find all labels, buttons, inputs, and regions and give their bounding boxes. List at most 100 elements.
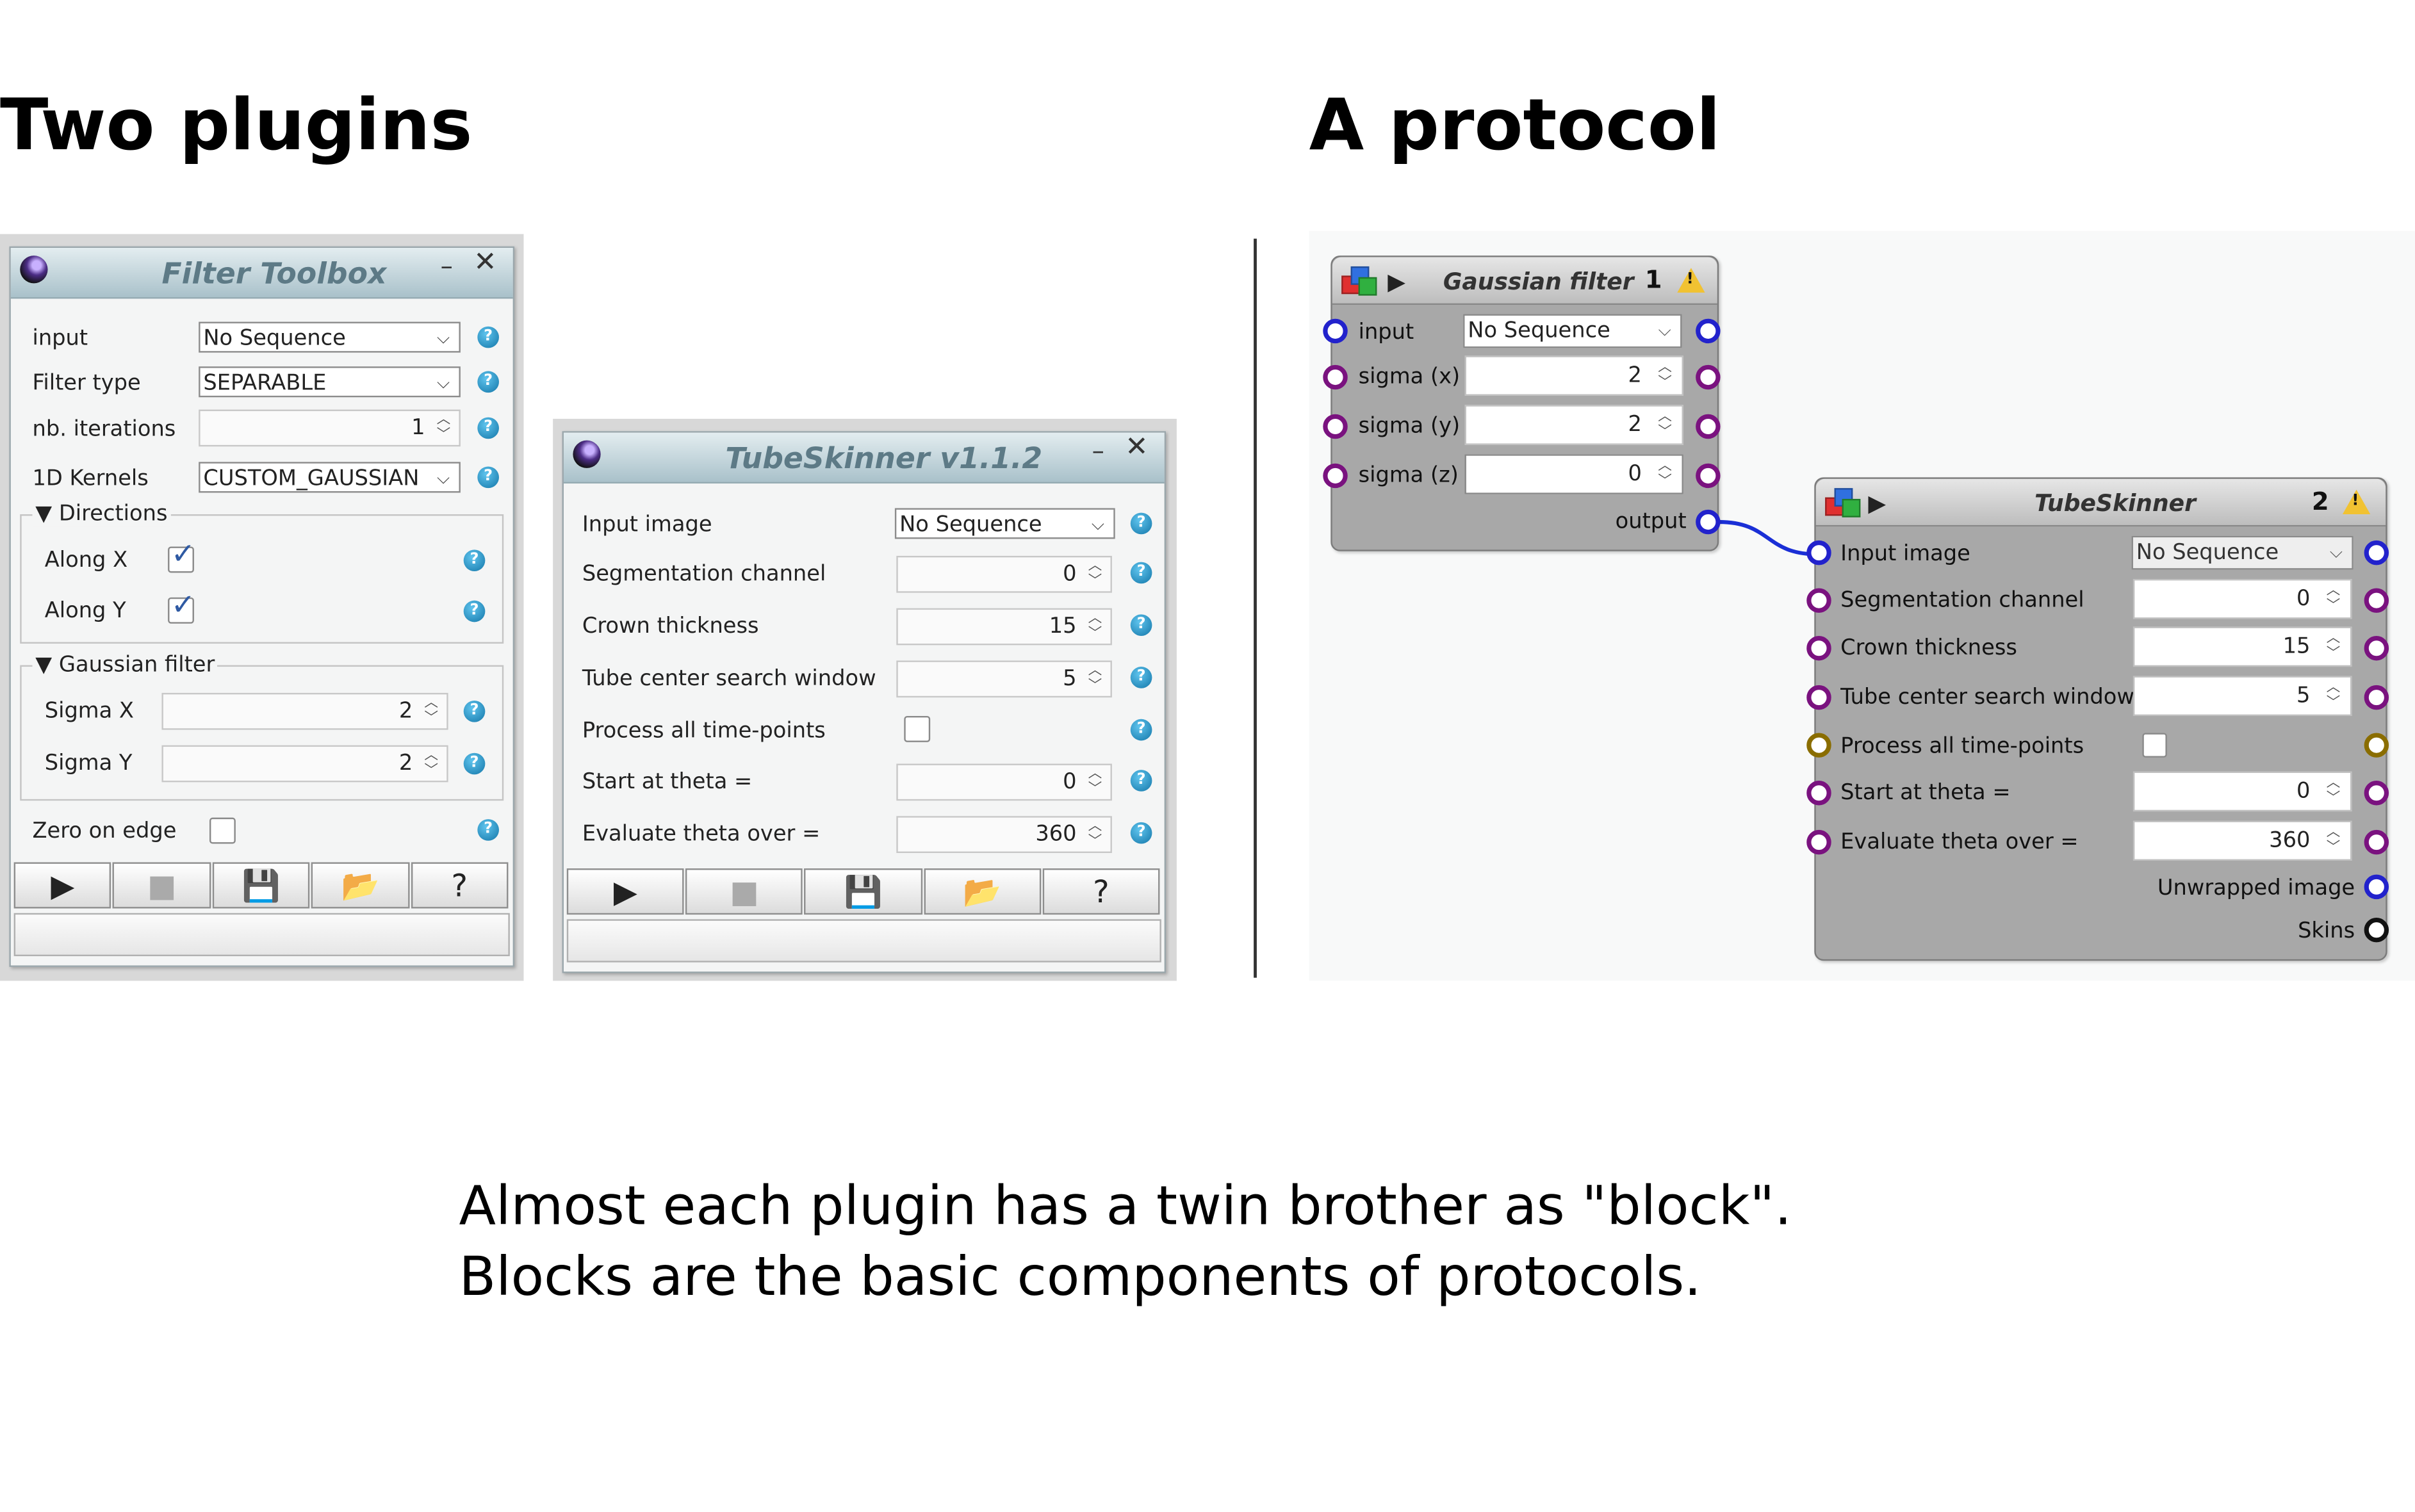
gaussian-input-select[interactable]: No Sequence ⌵ (1463, 314, 1682, 348)
open-button[interactable]: 📂 (923, 868, 1041, 915)
tubeskinner-titlebar[interactable]: TubeSkinner v1.1.2 – ✕ (563, 432, 1165, 484)
unwrapped-image-port[interactable] (2364, 874, 2389, 900)
segmentation-channel-port[interactable] (1806, 588, 1831, 613)
spinner-arrows-icon[interactable]: ︿ ﹀ (1656, 361, 1674, 391)
tubeskinner-window-stepper[interactable]: 5 ︿ ﹀ (2133, 676, 2352, 716)
spinner-arrows-icon[interactable]: ︿ ﹀ (2324, 825, 2343, 856)
search-window-out-port[interactable] (2364, 685, 2389, 710)
help-icon[interactable]: ? (463, 549, 486, 571)
save-button[interactable]: 💾 (212, 862, 310, 909)
help-icon[interactable]: ? (477, 417, 499, 439)
start-theta-out-port[interactable] (2364, 780, 2389, 806)
stop-button[interactable]: ■ (113, 862, 211, 909)
input-image-select[interactable]: No Sequence ⌵ (894, 508, 1115, 539)
sigma-y-stepper[interactable]: 2 ︿ ﹀ (161, 745, 448, 783)
stop-button[interactable]: ■ (685, 868, 803, 915)
spinner-arrows-icon[interactable]: ︿ ﹀ (422, 696, 441, 727)
sigma-y-out-port[interactable] (1696, 414, 1721, 439)
spinner-arrows-icon[interactable]: ︿ ﹀ (2324, 776, 2343, 807)
spinner-arrows-icon[interactable]: ︿ ﹀ (1086, 663, 1104, 694)
close-icon[interactable]: ✕ (1124, 434, 1149, 462)
sigma-x-port[interactable] (1323, 364, 1348, 390)
tubeskinner-eval-stepper[interactable]: 360 ︿ ﹀ (2133, 820, 2352, 861)
sigma-y-port[interactable] (1323, 414, 1348, 439)
sigma-x-out-port[interactable] (1696, 364, 1721, 390)
tubeskinner-process-checkbox[interactable] (2142, 733, 2167, 758)
tubeskinner-input-select[interactable]: No Sequence ⌵ (2131, 535, 2354, 570)
zero-on-edge-checkbox[interactable] (209, 817, 236, 844)
gaussian-sigma-x-stepper[interactable]: 2 ︿ ﹀ (1464, 355, 1683, 396)
minimize-icon[interactable]: – (436, 254, 457, 279)
tubeskinner-crown-stepper[interactable]: 15 ︿ ﹀ (2133, 626, 2352, 667)
gaussian-sigma-z-stepper[interactable]: 0 ︿ ﹀ (1464, 454, 1683, 494)
crown-thickness-out-port[interactable] (2364, 635, 2389, 661)
help-icon[interactable]: ? (1130, 512, 1152, 535)
sigma-z-port[interactable] (1323, 463, 1348, 489)
crown-thickness-port[interactable] (1806, 635, 1831, 661)
help-icon[interactable]: ? (1130, 822, 1152, 844)
gaussian-filter-block-header[interactable]: ▶ Gaussian filter 1 ! (1332, 257, 1717, 305)
input-select[interactable]: No Sequence ⌵ (199, 321, 461, 353)
output-port[interactable] (1696, 509, 1721, 535)
segmentation-channel-stepper[interactable]: 0 ︿ ﹀ (896, 555, 1112, 593)
spinner-arrows-icon[interactable]: ︿ ﹀ (2324, 681, 2343, 711)
evaluate-theta-out-port[interactable] (2364, 829, 2389, 855)
tubeskinner-theta-stepper[interactable]: 0 ︿ ﹀ (2133, 771, 2352, 812)
iterations-stepper[interactable]: 1 ︿ ﹀ (199, 409, 461, 447)
help-icon[interactable]: ? (1130, 770, 1152, 792)
process-all-port[interactable] (1806, 733, 1831, 758)
tubeskinner-seg-stepper[interactable]: 0 ︿ ﹀ (2133, 579, 2352, 619)
run-button[interactable]: ▶ (13, 862, 112, 909)
help-icon[interactable]: ? (463, 752, 486, 775)
evaluate-theta-port[interactable] (1806, 829, 1831, 855)
input-port[interactable] (1323, 318, 1348, 344)
help-icon[interactable]: ? (477, 371, 499, 393)
gaussian-sigma-y-stepper[interactable]: 2 ︿ ﹀ (1464, 405, 1683, 445)
help-icon[interactable]: ? (1130, 667, 1152, 688)
spinner-arrows-icon[interactable]: ︿ ﹀ (1656, 410, 1674, 441)
crown-thickness-stepper[interactable]: 15 ︿ ﹀ (896, 608, 1112, 646)
help-icon[interactable]: ? (1130, 614, 1152, 636)
evaluate-theta-stepper[interactable]: 360 ︿ ﹀ (896, 816, 1112, 853)
along-x-checkbox[interactable]: ✓ (168, 537, 195, 573)
start-theta-port[interactable] (1806, 780, 1831, 806)
tubeskinner-block-header[interactable]: ▶ TubeSkinner 2 ! (1815, 478, 2386, 527)
play-icon[interactable]: ▶ (1388, 268, 1405, 295)
help-button[interactable]: ? (1042, 868, 1160, 915)
process-all-out-port[interactable] (2364, 733, 2389, 758)
run-button[interactable]: ▶ (566, 868, 684, 915)
search-window-port[interactable] (1806, 685, 1831, 710)
gaussian-filter-group-title[interactable]: ▼ Gaussian filter (32, 653, 218, 678)
spinner-arrows-icon[interactable]: ︿ ﹀ (2324, 631, 2343, 662)
spinner-arrows-icon[interactable]: ︿ ﹀ (1656, 459, 1674, 489)
along-y-checkbox[interactable]: ✓ (168, 588, 195, 624)
search-window-stepper[interactable]: 5 ︿ ﹀ (896, 660, 1112, 698)
help-icon[interactable]: ? (477, 819, 499, 841)
save-button[interactable]: 💾 (805, 868, 922, 915)
directions-group-title[interactable]: ▼ Directions (32, 501, 171, 527)
sigma-z-out-port[interactable] (1696, 463, 1721, 489)
spinner-arrows-icon[interactable]: ︿ ﹀ (2324, 583, 2343, 614)
spinner-arrows-icon[interactable]: ︿ ﹀ (1086, 612, 1104, 642)
play-icon[interactable]: ▶ (1868, 490, 1886, 517)
sigma-x-stepper[interactable]: 2 ︿ ﹀ (161, 692, 448, 730)
start-theta-stepper[interactable]: 0 ︿ ﹀ (896, 763, 1112, 801)
spinner-arrows-icon[interactable]: ︿ ﹀ (422, 748, 441, 779)
minimize-icon[interactable]: – (1087, 438, 1109, 463)
kernels-select[interactable]: CUSTOM_GAUSSIAN ⌵ (199, 462, 461, 493)
input-image-port[interactable] (1806, 540, 1831, 565)
link-curve[interactable] (1719, 520, 1818, 557)
filter-type-select[interactable]: SEPARABLE ⌵ (199, 366, 461, 398)
spinner-arrows-icon[interactable]: ︿ ﹀ (434, 412, 453, 443)
help-icon[interactable]: ? (477, 326, 499, 348)
input-passthrough-port[interactable] (1696, 318, 1721, 344)
open-button[interactable]: 📂 (311, 862, 409, 909)
help-button[interactable]: ? (411, 862, 509, 909)
filter-toolbox-titlebar[interactable]: Filter Toolbox – ✕ (10, 248, 513, 299)
close-icon[interactable]: ✕ (473, 248, 497, 277)
segmentation-channel-out-port[interactable] (2364, 588, 2389, 613)
spinner-arrows-icon[interactable]: ︿ ﹀ (1086, 559, 1104, 590)
spinner-arrows-icon[interactable]: ︿ ﹀ (1086, 767, 1104, 797)
gaussian-filter-block[interactable]: ▶ Gaussian filter 1 ! (1330, 256, 1719, 551)
help-icon[interactable]: ? (1130, 719, 1152, 741)
